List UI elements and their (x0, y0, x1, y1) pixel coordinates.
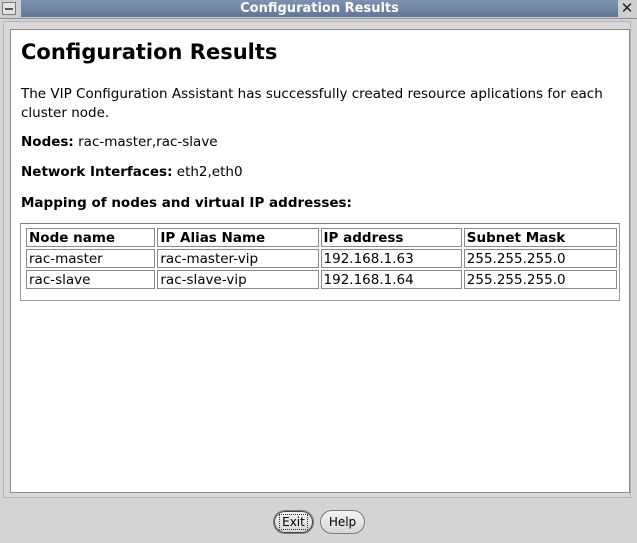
column-header: IP Alias Name (157, 228, 319, 247)
table-cell: 192.168.1.64 (320, 270, 462, 289)
page-title: Configuration Results (21, 40, 278, 64)
interfaces-value: eth2,eth0 (176, 164, 243, 180)
table-cell: rac-slave (26, 270, 156, 289)
description-text: The VIP Configuration Assistant has succ… (21, 86, 603, 121)
column-header: Node name (26, 228, 156, 247)
results-panel: Configuration Results The VIP Configurat… (10, 29, 630, 493)
table-cell: rac-slave-vip (157, 270, 319, 289)
table-cell: rac-master-vip (157, 249, 319, 268)
table-cell: rac-master (26, 249, 156, 268)
mapping-title: Mapping of nodes and virtual IP addresse… (21, 195, 352, 211)
title-bar: Configuration Results ✕ (0, 0, 637, 19)
close-icon[interactable]: ✕ (620, 0, 634, 17)
table-cell: 255.255.255.0 (463, 270, 617, 289)
help-button-label: Help (328, 515, 357, 529)
table-cell: 192.168.1.63 (320, 249, 462, 268)
nodes-value: rac-master,rac-slave (78, 134, 218, 150)
interfaces-field: Network Interfaces: eth2,eth0 (21, 164, 243, 180)
exit-button-label: Exit (279, 514, 308, 530)
window-menu-icon[interactable] (2, 2, 16, 15)
table-row: rac-master rac-master-vip 192.168.1.63 2… (26, 249, 617, 268)
mapping-table-container: Node name IP Alias Name IP address Subne… (20, 223, 620, 301)
column-header: IP address (320, 228, 462, 247)
column-header: Subnet Mask (463, 228, 617, 247)
interfaces-label: Network Interfaces: (21, 164, 173, 180)
help-button[interactable]: Help (320, 510, 365, 534)
nodes-field: Nodes: rac-master,rac-slave (21, 134, 218, 150)
window-title: Configuration Results (21, 0, 618, 17)
mapping-table: Node name IP Alias Name IP address Subne… (24, 226, 619, 291)
table-row: rac-slave rac-slave-vip 192.168.1.64 255… (26, 270, 617, 289)
table-header-row: Node name IP Alias Name IP address Subne… (26, 228, 617, 247)
exit-button[interactable]: Exit (273, 510, 314, 534)
table-cell: 255.255.255.0 (463, 249, 617, 268)
nodes-label: Nodes: (21, 134, 74, 150)
